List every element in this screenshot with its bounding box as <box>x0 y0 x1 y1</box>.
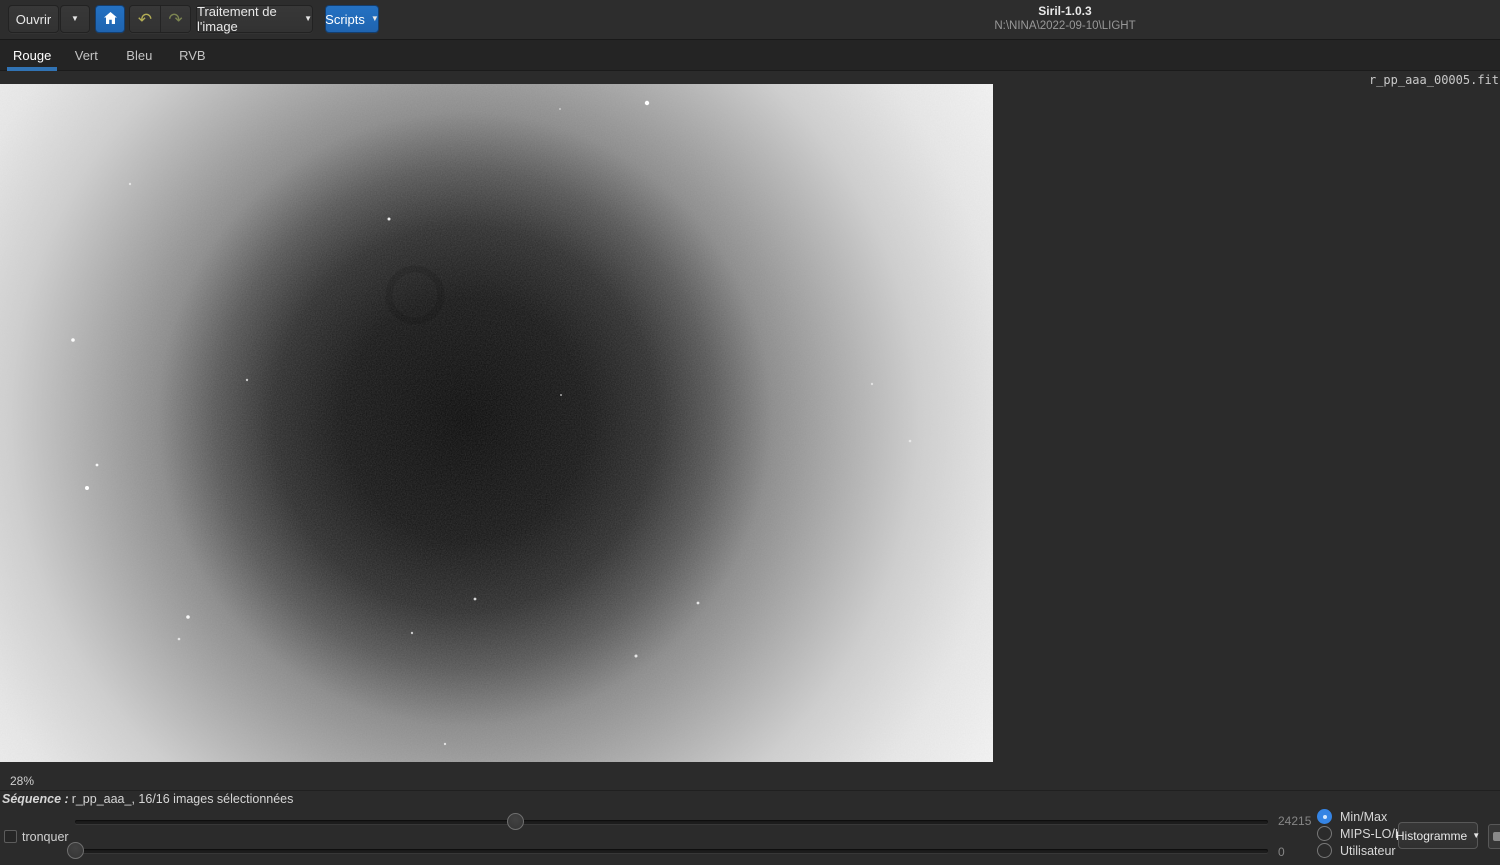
zoom-level-label: 28% <box>10 774 35 788</box>
headerbar: Ouvrir ▼ ↶ ↷ Traitement de l'image ▼ Scr… <box>0 0 1500 40</box>
fits-image-view[interactable] <box>0 84 993 762</box>
current-image-filename: r_pp_aaa_00005.fit <box>1368 73 1499 87</box>
status-separator <box>0 790 1500 791</box>
mode-radio-utilisateur[interactable]: Utilisateur <box>1317 843 1396 858</box>
chevron-down-icon: ▼ <box>370 14 379 23</box>
redo-icon: ↷ <box>168 9 183 29</box>
lo-cutoff-slider-handle[interactable] <box>66 842 84 859</box>
open-button[interactable]: Ouvrir <box>8 5 59 33</box>
mode-radio-mips-lo-hi[interactable]: MIPS-LO/HI <box>1317 826 1407 841</box>
open-button-label: Ouvrir <box>15 11 52 27</box>
sequence-label: Séquence : <box>2 792 69 806</box>
image-canvas-area: r_pp_aaa_00005.fit <box>0 71 1500 768</box>
siril-window: Ouvrir ▼ ↶ ↷ Traitement de l'image ▼ Scr… <box>0 0 1500 865</box>
tab-bleu[interactable]: Bleu <box>115 40 163 71</box>
lo-cutoff-slider-track[interactable] <box>75 849 1268 853</box>
tab-rvb[interactable]: RVB <box>168 40 216 71</box>
undo-button[interactable]: ↶ <box>130 6 160 32</box>
hi-cutoff-value: 24215 <box>1278 814 1312 828</box>
undo-icon: ↶ <box>137 9 153 29</box>
working-directory-path: N:\NINA\2022-09-10\LIGHT <box>994 20 1136 32</box>
display-mode-label: Histogramme <box>1395 828 1468 843</box>
image-processing-label: Traitement de l'image <box>197 4 277 34</box>
tab-rouge[interactable]: Rouge <box>7 40 58 71</box>
chevron-down-icon: ▼ <box>304 14 312 23</box>
sequence-info: r_pp_aaa_, 16/16 images sélectionnées <box>71 792 294 806</box>
radio-icon[interactable] <box>1317 809 1332 824</box>
home-button[interactable] <box>95 5 125 33</box>
home-icon <box>103 11 117 27</box>
hi-cutoff-slider-track[interactable] <box>75 820 1268 824</box>
hi-cutoff-slider-handle[interactable] <box>507 813 525 830</box>
mode-radio-minmax[interactable]: Min/Max <box>1317 809 1387 824</box>
fits-image[interactable] <box>0 84 993 762</box>
app-title: Siril-1.0.3 <box>1038 4 1092 18</box>
truncate-checkbox[interactable] <box>4 830 17 843</box>
channel-tabbar: Rouge Vert Bleu RVB <box>0 40 1500 71</box>
sensor-noise-overlay <box>0 84 993 762</box>
display-mode-dropdown[interactable]: Histogramme ▼ <box>1395 822 1481 849</box>
clipped-edge-button[interactable] <box>1488 824 1500 849</box>
redo-button[interactable]: ↷ <box>160 6 190 32</box>
sequence-status: Séquence : r_pp_aaa_, 16/16 images sélect… <box>2 792 293 806</box>
scripts-label: Scripts <box>325 11 365 27</box>
chevron-down-icon: ▼ <box>71 14 79 23</box>
scripts-menu-button[interactable]: Scripts ▼ <box>325 5 379 33</box>
open-dropdown-button[interactable]: ▼ <box>60 5 90 33</box>
radio-icon[interactable] <box>1317 843 1332 858</box>
window-title: Siril-1.0.3 N:\NINA\2022-09-10\LIGHT <box>994 4 1135 33</box>
truncate-checkbox-label: tronquer <box>22 830 69 844</box>
image-processing-menu-button[interactable]: Traitement de l'image ▼ <box>196 4 313 34</box>
unknown-icon <box>1493 832 1500 841</box>
lo-cutoff-value: 0 <box>1278 845 1285 859</box>
radio-icon[interactable] <box>1317 826 1332 841</box>
chevron-down-icon: ▼ <box>1472 830 1481 840</box>
tab-vert[interactable]: Vert <box>62 40 110 71</box>
